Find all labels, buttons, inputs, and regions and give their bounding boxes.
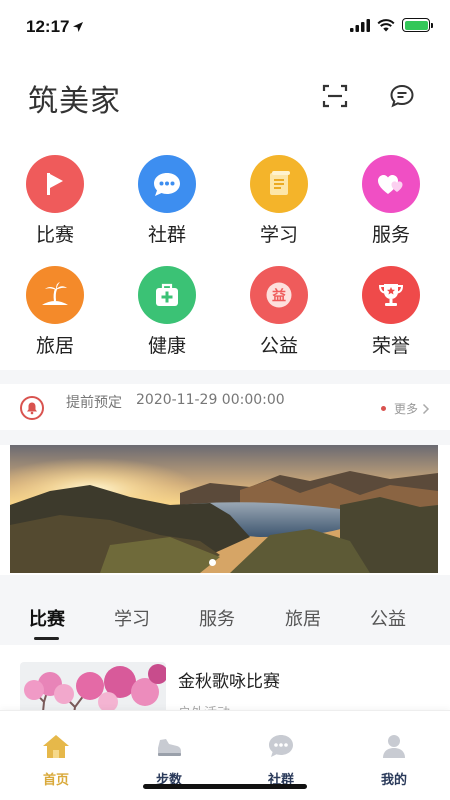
scan-icon[interactable] [321,82,349,110]
status-time: 12:17 [26,17,70,36]
trophy-icon [378,284,404,306]
grid-item-health[interactable]: 健康 [127,266,207,358]
chat-bubble-icon [154,173,180,196]
notice-label: 提前预定 [66,395,122,411]
grid-item-honor[interactable]: 荣誉 [351,266,431,358]
grid-label: 旅居 [35,335,74,357]
nav-steps[interactable]: 步数 [139,733,199,788]
grid-item-learning[interactable]: 学习 [239,155,319,247]
grid-item-charity[interactable]: 益 公益 [239,266,319,358]
tab-charity[interactable]: 公益 [370,605,406,631]
banner-image[interactable] [10,445,438,573]
status-bar: 12:17 [0,0,450,52]
carousel-indicator [209,559,216,566]
nav-home[interactable]: 首页 [26,733,86,788]
grid-label: 比赛 [35,224,74,246]
flag-play-icon [47,173,63,195]
nav-label: 首页 [42,773,69,788]
medical-kit-icon [156,283,178,306]
category-tabs: 比赛 学习 服务 旅居 公益 [0,575,450,645]
bell-icon [20,396,44,420]
nav-profile[interactable]: 我的 [364,733,424,788]
grid-item-travel[interactable]: 旅居 [15,266,95,358]
more-link[interactable]: 更多 [380,400,430,417]
svg-text:益: 益 [272,288,286,305]
page-title: 筑美家 [28,84,121,119]
palm-island-icon [42,282,68,305]
chat-icon [269,735,293,757]
header: 筑美家 [0,70,450,126]
tab-competition[interactable]: 比赛 [29,605,65,631]
grid-item-service[interactable]: 服务 [351,155,431,247]
user-icon [383,735,405,758]
battery-icon [402,18,433,32]
charity-badge-icon: 益 [266,282,292,308]
grid-label: 社群 [147,224,186,246]
chevron-right-icon [422,403,430,414]
section-divider [0,430,450,445]
sneaker-icon [158,739,181,756]
tab-learning[interactable]: 学习 [114,605,150,631]
hearts-icon [378,175,403,194]
home-indicator [143,784,307,789]
cellular-signal-icon [350,18,370,32]
home-icon [43,735,69,758]
wifi-icon [377,18,395,31]
card-title: 金秋歌咏比赛 [178,672,280,692]
message-icon[interactable] [388,82,416,110]
section-divider [0,370,450,384]
scroll-icon [270,171,290,195]
nav-label: 我的 [380,773,407,788]
list-item[interactable]: 金秋歌咏比赛 户外活动 [0,658,450,718]
grid-label: 健康 [147,335,186,357]
grid-label: 服务 [371,224,410,246]
tab-travel[interactable]: 旅居 [285,605,321,631]
grid-item-community[interactable]: 社群 [127,155,207,247]
mountain-landscape-image [10,445,438,573]
unread-dot [380,406,386,411]
notice-bar[interactable]: 提前预定 2020-11-29 00:00:00 更多 [0,384,450,430]
location-arrow-icon [73,22,83,32]
notice-date: 2020-11-29 00:00:00 [136,392,285,408]
grid-item-competition[interactable]: 比赛 [15,155,95,247]
grid-label: 荣誉 [371,335,410,357]
active-tab-indicator [34,637,59,640]
tab-service[interactable]: 服务 [199,605,235,631]
grid-label: 公益 [259,335,298,357]
nav-community[interactable]: 社群 [251,733,311,788]
grid-label: 学习 [259,224,298,246]
more-label: 更多 [393,402,418,416]
